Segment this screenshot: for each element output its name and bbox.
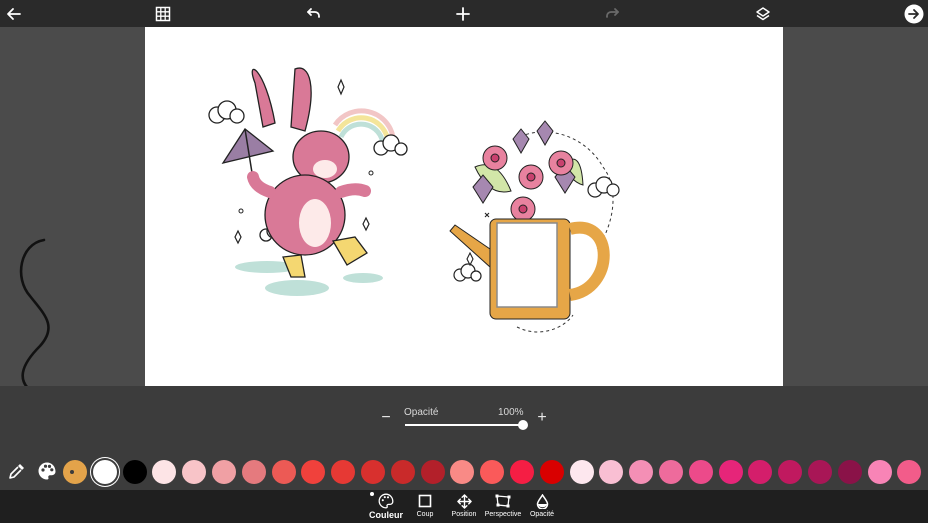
opacity-decrease-button[interactable]: − <box>378 408 394 428</box>
tab-opacite[interactable]: Opacité <box>518 492 566 522</box>
color-swatch[interactable] <box>748 460 772 484</box>
color-swatch[interactable] <box>272 460 296 484</box>
color-swatch[interactable] <box>301 460 325 484</box>
opacity-increase-button[interactable]: + <box>534 408 550 428</box>
color-swatch[interactable] <box>421 460 445 484</box>
color-swatch[interactable] <box>331 460 355 484</box>
color-swatch[interactable] <box>897 460 921 484</box>
color-swatch[interactable] <box>510 460 534 484</box>
color-swatch[interactable] <box>719 460 743 484</box>
color-swatch[interactable] <box>480 460 504 484</box>
bunny-illustration <box>208 67 408 296</box>
color-panel: − Opacité 100% + <box>0 386 928 490</box>
top-toolbar <box>0 0 928 27</box>
drop-icon <box>518 492 566 510</box>
undo-icon[interactable] <box>301 2 325 26</box>
arrow-right-circle-icon[interactable] <box>902 2 926 26</box>
color-swatch[interactable] <box>212 460 236 484</box>
layers-icon[interactable] <box>751 2 775 26</box>
color-swatch[interactable] <box>629 460 653 484</box>
color-swatch[interactable] <box>152 460 176 484</box>
color-swatch[interactable] <box>599 460 623 484</box>
drawing-canvas[interactable] <box>145 27 783 386</box>
color-swatch[interactable] <box>808 460 832 484</box>
color-swatch[interactable] <box>93 460 117 484</box>
palette-icon[interactable] <box>35 459 59 483</box>
color-swatch[interactable] <box>182 460 206 484</box>
color-swatch[interactable] <box>689 460 713 484</box>
tab-label: Opacité <box>529 511 555 518</box>
color-swatch[interactable] <box>540 460 564 484</box>
opacity-label: Opacité <box>404 407 439 418</box>
color-swatch[interactable] <box>391 460 415 484</box>
color-swatch[interactable] <box>570 460 594 484</box>
color-swatch[interactable] <box>450 460 474 484</box>
color-swatch[interactable] <box>242 460 266 484</box>
arrow-left-icon[interactable] <box>2 2 26 26</box>
workspace <box>0 27 928 386</box>
plus-icon[interactable] <box>451 2 475 26</box>
eyedropper-icon[interactable] <box>6 459 28 483</box>
color-swatch[interactable] <box>778 460 802 484</box>
color-swatch[interactable] <box>361 460 385 484</box>
color-swatch[interactable] <box>659 460 683 484</box>
color-swatch[interactable] <box>63 460 87 484</box>
opacity-value: 100% <box>498 407 524 418</box>
selected-swatch-dot <box>70 470 74 474</box>
color-swatch[interactable] <box>123 460 147 484</box>
opacity-slider-fill <box>405 424 523 426</box>
opacity-slider-thumb[interactable] <box>518 420 528 430</box>
opacity-slider[interactable] <box>405 420 528 430</box>
redo-icon[interactable] <box>601 2 625 26</box>
color-swatch[interactable] <box>838 460 862 484</box>
swatch-row <box>0 459 928 485</box>
grid-icon[interactable] <box>151 2 175 26</box>
editor-app: − Opacité 100% + Couleur Coup Position P… <box>0 0 928 523</box>
bottom-tab-bar: Couleur Coup Position Perspective Opacit… <box>0 490 928 523</box>
color-swatch[interactable] <box>868 460 892 484</box>
watering-can-illustration <box>449 120 620 333</box>
